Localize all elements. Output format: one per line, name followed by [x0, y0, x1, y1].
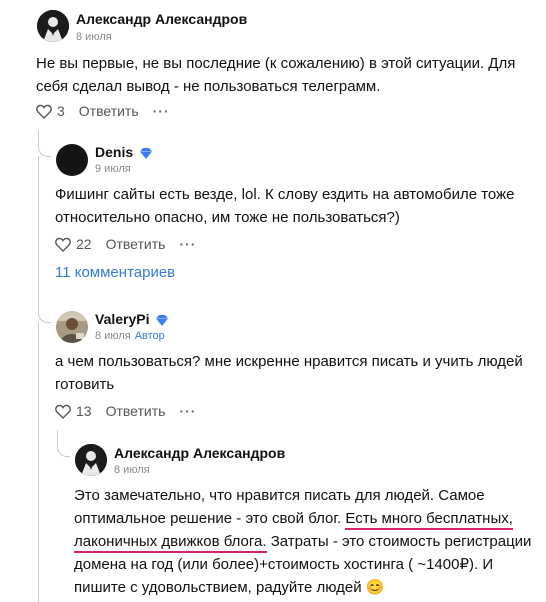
person-icon [75, 444, 107, 476]
avatar[interactable] [75, 444, 107, 476]
comment-date: 8 июля [114, 464, 150, 476]
comment: Александр Александров 8 июля Это замечат… [0, 0, 546, 600]
highlighted-text: Есть много бесплатных, [345, 510, 513, 530]
author-name[interactable]: Александр Александров [114, 445, 285, 461]
highlighted-text: лаконичных движков блога. [74, 533, 267, 553]
smiling-face-emoji: 😊 [365, 579, 385, 596]
comment-text: Это замечательно, что нравится писать дл… [74, 487, 532, 596]
